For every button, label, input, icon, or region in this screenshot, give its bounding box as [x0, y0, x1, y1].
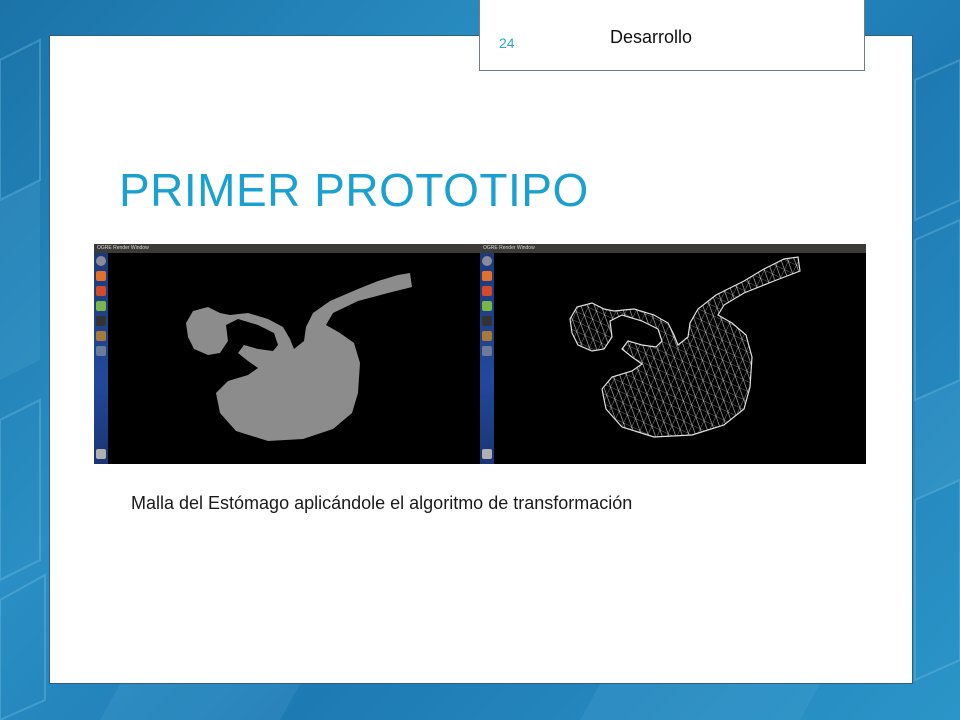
window-topbar: OGRE Render Window: [94, 244, 480, 253]
launcher-files-icon: [96, 331, 106, 341]
launcher-app-icon: [96, 301, 106, 311]
launcher-home-icon: [482, 256, 492, 266]
section-title: Desarrollo: [610, 27, 693, 47]
screenshot-wireframe: OGRE Render Window: [480, 244, 866, 464]
launcher-app-icon: [482, 301, 492, 311]
figure-caption: Malla del Estómago aplicándole el algori…: [131, 493, 633, 513]
launcher-chrome-icon: [482, 286, 492, 296]
launcher-trash-icon: [482, 449, 492, 459]
launcher-workspace-icon: [482, 346, 492, 356]
app-launcher: [94, 253, 108, 464]
header-tab: 24 Desarrollo: [479, 0, 865, 71]
window-title: OGRE Render Window: [97, 245, 149, 251]
launcher-firefox-icon: [96, 271, 106, 281]
launcher-terminal-icon: [96, 316, 106, 326]
launcher-trash-icon: [96, 449, 106, 459]
app-launcher: [480, 253, 494, 464]
page-number: 24: [499, 35, 515, 51]
screenshot-solid: OGRE Render Window: [94, 244, 480, 464]
slide-title: PRIMER PROTOTIPO: [119, 164, 589, 216]
launcher-chrome-icon: [96, 286, 106, 296]
window-topbar: OGRE Render Window: [480, 244, 866, 253]
stomach-wireframe-render: [569, 256, 801, 438]
window-title: OGRE Render Window: [483, 245, 535, 251]
launcher-home-icon: [96, 256, 106, 266]
stomach-solid-render: [186, 273, 412, 441]
launcher-files-icon: [482, 331, 492, 341]
launcher-terminal-icon: [482, 316, 492, 326]
screenshot-strip: OGRE Render Window OGRE Render Window: [94, 244, 866, 464]
launcher-firefox-icon: [482, 271, 492, 281]
launcher-workspace-icon: [96, 346, 106, 356]
